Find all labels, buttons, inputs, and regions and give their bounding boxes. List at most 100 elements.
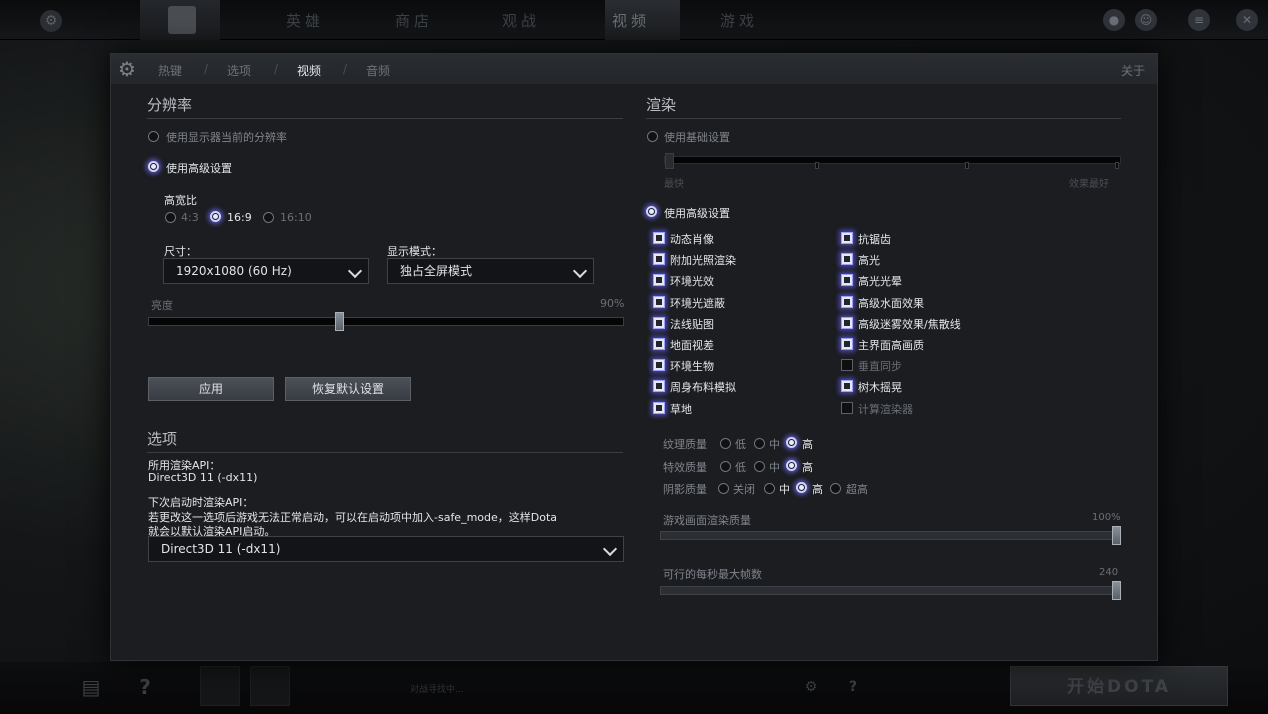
coins-icon[interactable]: ● (1103, 9, 1125, 31)
shadow-quality-high-label: 高 (812, 483, 823, 496)
nav-separator: / (204, 62, 209, 76)
render-option-checkbox[interactable] (653, 295, 665, 308)
render-api-dropdown-value: Direct3D 11 (-dx11) (161, 542, 281, 556)
size-value: 1920x1080 (60 Hz) (176, 264, 292, 278)
render-option-checkbox[interactable] (653, 274, 665, 287)
apply-button[interactable]: 应用 (148, 377, 274, 401)
texture-quality-medium-radio[interactable] (754, 438, 765, 449)
aspect-16-9-label: 16:9 (227, 211, 252, 224)
shadow-quality-ultra-radio[interactable] (830, 483, 841, 494)
render-option-checkbox[interactable] (841, 380, 853, 393)
settings-icon[interactable]: ⚙ (796, 672, 826, 702)
slider-tick (965, 162, 969, 169)
play-dota-button[interactable]: 开始DOTA (1010, 666, 1228, 706)
render-api-dropdown[interactable]: Direct3D 11 (-dx11) (148, 536, 624, 562)
render-option-checkbox[interactable] (653, 253, 665, 266)
party-slot[interactable] (200, 666, 240, 706)
render-quality-slider-handle[interactable] (1112, 526, 1121, 545)
render-option-checkbox[interactable] (653, 232, 665, 244)
size-dropdown[interactable]: 1920x1080 (60 Hz) (163, 258, 369, 284)
tab-watch[interactable]: 观战 (502, 10, 540, 31)
render-option-checkbox[interactable] (653, 338, 665, 350)
aspect-16-10-label: 16:10 (280, 211, 312, 224)
render-option-checkbox[interactable] (841, 232, 853, 244)
render-option-checkbox[interactable] (841, 359, 853, 372)
nav-separator: / (274, 62, 279, 76)
tab-store[interactable]: 商店 (395, 10, 433, 31)
brightness-slider[interactable] (148, 317, 624, 326)
render-option-checkbox[interactable] (841, 316, 853, 329)
tab-heroes[interactable]: 英雄 (286, 10, 324, 31)
render-option-label: 动态肖像 (670, 233, 714, 246)
next-render-api-label: 下次启动时渲染API： (148, 496, 254, 509)
use-current-resolution-radio[interactable] (148, 131, 159, 142)
texture-quality-low-radio[interactable] (720, 438, 731, 449)
shadow-quality-high-radio[interactable] (796, 482, 807, 493)
render-option-label: 草地 (670, 402, 692, 416)
texture-quality-high-label: 高 (802, 438, 813, 451)
render-api-value: Direct3D 11 (-dx11) (148, 471, 258, 484)
render-option-checkbox[interactable] (841, 253, 853, 266)
settings-gear-icon[interactable]: ⚙ (40, 10, 62, 32)
aspect-4-3-radio[interactable] (165, 212, 176, 223)
tab-play[interactable]: 游戏 (720, 10, 758, 31)
render-option-checkbox[interactable] (841, 401, 853, 414)
basic-quality-slider-handle[interactable] (665, 153, 674, 169)
gear-icon: ⚙ (118, 57, 136, 81)
display-mode-value: 独占全屏模式 (400, 264, 473, 278)
render-quality-slider[interactable] (660, 531, 1121, 540)
social-icon[interactable]: ≡ (1188, 9, 1210, 31)
shadow-quality-medium-radio[interactable] (764, 483, 775, 494)
settings-dialog: ⚙ 热键 / 选项 / 视频 / 音频 关于 分辨率 使用显示器当前的分辨率 使… (110, 53, 1158, 661)
effects-quality-medium-label: 中 (769, 461, 780, 474)
reset-defaults-button[interactable]: 恢复默认设置 (285, 377, 411, 401)
chat-icon[interactable]: ▤ (76, 672, 106, 702)
render-option-checkbox[interactable] (653, 359, 665, 372)
display-mode-dropdown[interactable]: 独占全屏模式 (387, 258, 594, 284)
use-advanced-resolution-radio[interactable] (148, 161, 159, 172)
render-option-checkbox[interactable] (653, 316, 665, 329)
dota-logo[interactable] (140, 0, 220, 40)
effects-quality-high-radio[interactable] (786, 460, 797, 471)
aspect-16-10-radio[interactable] (263, 212, 274, 223)
chevron-down-icon (347, 263, 363, 279)
basic-best-label: 效果最好 (1069, 179, 1109, 190)
texture-quality-high-radio[interactable] (786, 437, 797, 448)
render-option-label: 树木摇晃 (858, 381, 902, 395)
render-option-label: 高光 (858, 254, 880, 268)
tab-audio[interactable]: 音频 (366, 62, 390, 79)
max-fps-slider-handle[interactable] (1112, 581, 1121, 600)
tab-hotkeys[interactable]: 热键 (158, 62, 182, 79)
render-option-checkbox[interactable] (653, 401, 665, 414)
shadow-quality-label: 阴影质量 (663, 483, 707, 496)
aspect-16-9-radio[interactable] (210, 211, 221, 222)
about-link[interactable]: 关于 (1121, 62, 1145, 79)
render-option-label: 主界面高画质 (858, 339, 924, 352)
info-icon[interactable]: ? (838, 672, 868, 702)
shadow-quality-off-radio[interactable] (718, 483, 729, 494)
effects-quality-low-radio[interactable] (720, 461, 731, 472)
basic-quality-slider[interactable] (664, 156, 1121, 164)
max-fps-label: 可行的每秒最大帧数 (663, 568, 762, 581)
tab-video[interactable]: 视频 (297, 62, 321, 79)
close-icon[interactable]: ✕ (1236, 9, 1258, 31)
render-option-checkbox[interactable] (841, 274, 853, 287)
help-icon[interactable]: ? (130, 672, 160, 702)
use-advanced-render-radio[interactable] (646, 206, 657, 217)
max-fps-slider[interactable] (660, 586, 1121, 595)
tab-options[interactable]: 选项 (227, 62, 251, 79)
brightness-value: 90% (600, 297, 625, 310)
bottom-bar: ▤ ? 对战寻找中... ⚙ ? 开始DOTA (0, 662, 1268, 714)
render-option-checkbox[interactable] (841, 338, 853, 350)
render-option-checkbox[interactable] (841, 295, 853, 308)
use-basic-render-radio[interactable] (647, 131, 658, 142)
friends-icon[interactable]: ☺ (1135, 9, 1157, 31)
render-option-label: 高光光晕 (858, 275, 902, 289)
brightness-slider-handle[interactable] (335, 312, 344, 331)
effects-quality-label: 特效质量 (663, 461, 707, 474)
effects-quality-medium-radio[interactable] (754, 461, 765, 472)
tab-video[interactable]: 视频 (612, 10, 650, 31)
party-slot[interactable] (250, 666, 290, 706)
render-option-checkbox[interactable] (653, 380, 665, 393)
effects-quality-low-label: 低 (735, 461, 746, 474)
